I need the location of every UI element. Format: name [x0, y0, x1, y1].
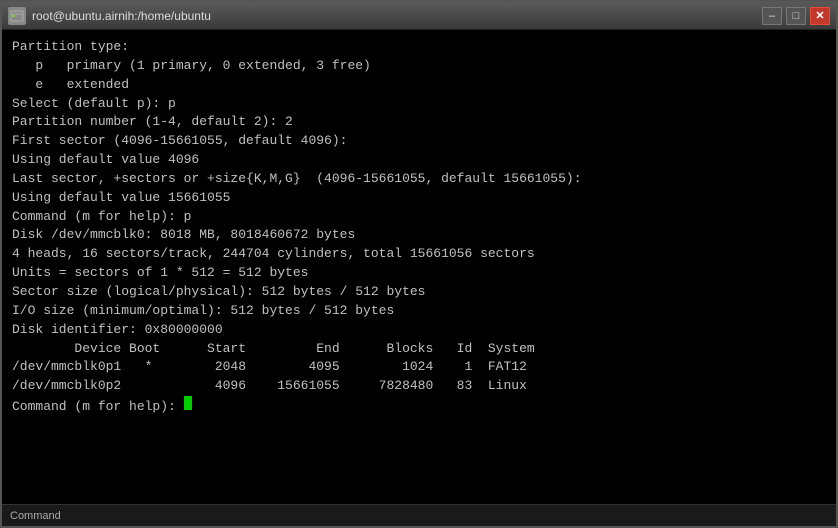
terminal-prompt: Command (m for help):	[12, 398, 184, 417]
terminal-line: Using default value 15661055	[12, 189, 826, 208]
terminal-window: root@ubuntu.airnih:/home/ubuntu – □ ✕ Pa…	[0, 0, 838, 528]
terminal-line: Using default value 4096	[12, 151, 826, 170]
titlebar: root@ubuntu.airnih:/home/ubuntu – □ ✕	[2, 2, 836, 30]
close-button[interactable]: ✕	[810, 7, 830, 25]
terminal-line: /dev/mmcblk0p1 * 2048 4095 1024 1 FAT12	[12, 358, 826, 377]
terminal-line: Sector size (logical/physical): 512 byte…	[12, 283, 826, 302]
terminal-line: Disk /dev/mmcblk0: 8018 MB, 8018460672 b…	[12, 226, 826, 245]
terminal-line: /dev/mmcblk0p2 4096 15661055 7828480 83 …	[12, 377, 826, 396]
terminal-line: Command (m for help): p	[12, 208, 826, 227]
titlebar-title: root@ubuntu.airnih:/home/ubuntu	[32, 9, 762, 23]
terminal-line: Units = sectors of 1 * 512 = 512 bytes	[12, 264, 826, 283]
terminal-line: Partition type:	[12, 38, 826, 57]
statusbar-text: Command	[10, 510, 61, 522]
terminal-output[interactable]: Partition type: p primary (1 primary, 0 …	[2, 30, 836, 504]
terminal-line: Device Boot Start End Blocks Id System	[12, 340, 826, 359]
titlebar-buttons: – □ ✕	[762, 7, 830, 25]
maximize-button[interactable]: □	[786, 7, 806, 25]
terminal-line: Disk identifier: 0x80000000	[12, 321, 826, 340]
terminal-line: First sector (4096-15661055, default 409…	[12, 132, 826, 151]
terminal-line: Last sector, +sectors or +size{K,M,G} (4…	[12, 170, 826, 189]
titlebar-icon	[8, 7, 26, 25]
terminal-line: e extended	[12, 76, 826, 95]
terminal-line: 4 heads, 16 sectors/track, 244704 cylind…	[12, 245, 826, 264]
terminal-cursor	[184, 396, 192, 410]
minimize-button[interactable]: –	[762, 7, 782, 25]
terminal-line: I/O size (minimum/optimal): 512 bytes / …	[12, 302, 826, 321]
statusbar: Command	[2, 504, 836, 526]
terminal-line: Select (default p): p	[12, 95, 826, 114]
terminal-prompt-line: Command (m for help):	[12, 396, 826, 417]
terminal-line: Partition number (1-4, default 2): 2	[12, 113, 826, 132]
terminal-line: p primary (1 primary, 0 extended, 3 free…	[12, 57, 826, 76]
